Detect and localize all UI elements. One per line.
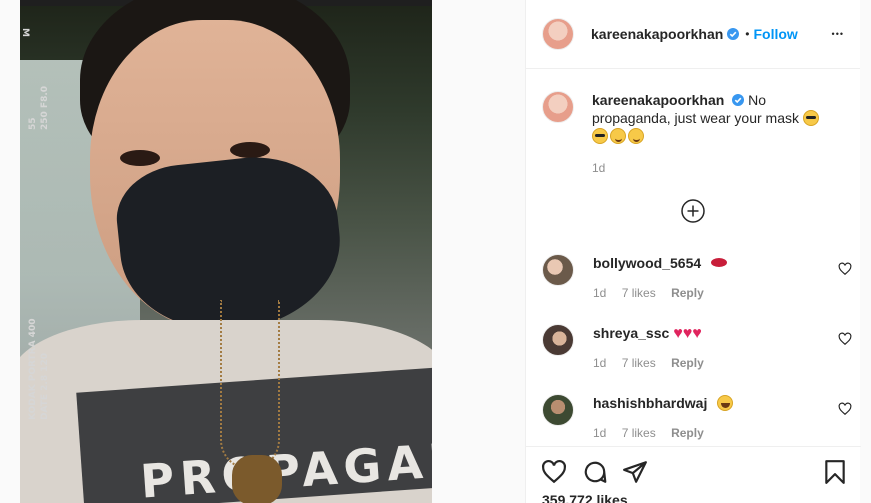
avatar[interactable]: [542, 18, 574, 50]
more-options-icon[interactable]: •••: [832, 29, 844, 39]
film-frame-number: 55: [28, 117, 38, 130]
username-link[interactable]: kareenakapoorkhan: [591, 26, 723, 42]
smile-emoji-icon: [610, 128, 626, 144]
comment-meta: 1d 7 likes Reply: [593, 426, 716, 440]
verified-badge-icon: [727, 28, 740, 40]
comment-meta: 1d 7 likes Reply: [593, 356, 716, 370]
comment-username[interactable]: bollywood_5654: [593, 255, 701, 271]
comment-time[interactable]: 1d: [593, 426, 606, 440]
reply-button[interactable]: Reply: [671, 286, 704, 300]
film-exposure: 250 F8.0: [40, 85, 50, 130]
like-comment-heart-icon[interactable]: [838, 402, 852, 416]
post-caption: kareenakapoorkhan No propaganda, just we…: [526, 69, 860, 177]
reply-button[interactable]: Reply: [671, 426, 704, 440]
comment-likes[interactable]: 7 likes: [622, 356, 656, 370]
comment-bubble-icon[interactable]: [582, 459, 608, 485]
reply-button[interactable]: Reply: [671, 356, 704, 370]
comment-item: bollywood_5654 1d 7 likes Reply: [542, 254, 852, 304]
necklace-chain: [220, 300, 280, 470]
comment-likes[interactable]: 7 likes: [622, 286, 656, 300]
post-action-bar: 359,772 likes: [526, 446, 861, 503]
smile-emoji-icon: [628, 128, 644, 144]
red-hearts-emoji-icon: ♥♥♥: [673, 325, 702, 342]
film-marker: M: [20, 28, 30, 37]
separator-dot: •: [745, 27, 750, 41]
comment-time[interactable]: 1d: [593, 356, 606, 370]
comment-username[interactable]: shreya_ssc: [593, 325, 669, 341]
avatar[interactable]: [542, 91, 574, 123]
avatar[interactable]: [542, 394, 574, 426]
post-header: kareenakapoorkhan • Follow •••: [526, 0, 860, 69]
caption-timestamp[interactable]: 1d: [592, 159, 832, 177]
comment-item: hashishbhardwaj 1d 7 likes Reply: [542, 394, 852, 444]
save-bookmark-icon[interactable]: [822, 459, 848, 485]
post-photo[interactable]: PROPAGANDA M 55 250 F8.0 KODAK PORTRA 40…: [20, 0, 432, 503]
sunglasses-emoji-icon: [592, 128, 608, 144]
film-date: DATE 2.8 120: [40, 352, 50, 420]
sunglasses-emoji-icon: [802, 110, 819, 126]
follow-button[interactable]: Follow: [754, 26, 798, 42]
verified-badge-icon: [732, 94, 745, 106]
load-more-comments-icon[interactable]: [681, 199, 705, 223]
film-brand: KODAK PORTRA 400: [28, 318, 38, 421]
necklace-pendant: [232, 455, 282, 503]
avatar[interactable]: [542, 324, 574, 356]
comment-item: shreya_ssc ♥♥♥ 1d 7 likes Reply: [542, 324, 852, 374]
like-comment-heart-icon[interactable]: [838, 332, 852, 346]
like-comment-heart-icon[interactable]: [838, 262, 852, 276]
post-likes-count[interactable]: 359,772 likes: [542, 492, 628, 503]
comment-username[interactable]: hashishbhardwaj: [593, 395, 707, 411]
left-eye: [120, 150, 160, 166]
right-eye: [230, 142, 270, 158]
like-heart-icon[interactable]: [541, 459, 567, 485]
caption-username[interactable]: kareenakapoorkhan: [592, 92, 724, 108]
comment-meta: 1d 7 likes Reply: [593, 286, 716, 300]
avatar[interactable]: [542, 254, 574, 286]
share-paper-plane-icon[interactable]: [622, 459, 648, 485]
comment-time[interactable]: 1d: [593, 286, 606, 300]
laughing-emoji-icon: [717, 395, 734, 411]
post-side-panel: kareenakapoorkhan • Follow ••• kareenaka…: [525, 0, 861, 503]
comment-likes[interactable]: 7 likes: [622, 426, 656, 440]
lips-emoji-icon: [711, 258, 728, 267]
